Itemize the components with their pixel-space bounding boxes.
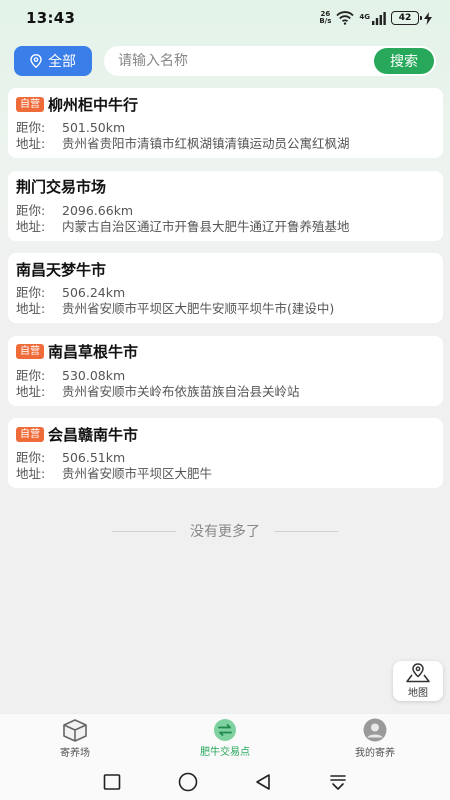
list-end-indicator: 没有更多了 — [0, 521, 450, 541]
tab-my-foster[interactable]: 我的寄养 — [300, 714, 450, 763]
distance-row: 距你: 506.24km — [16, 285, 435, 301]
self-operated-badge: 自营 — [16, 426, 44, 442]
signal-type: 4G — [359, 13, 370, 21]
exchange-icon — [214, 719, 236, 741]
distance-value: 2096.66km — [62, 202, 134, 218]
address-label: 地址: — [16, 218, 46, 234]
self-operated-badge: 自营 — [16, 96, 44, 112]
address-label: 地址: — [16, 136, 46, 151]
battery-indicator: 42 — [391, 11, 422, 25]
system-navigation-bar — [0, 763, 450, 800]
card-title-row: 荆门交易市场 — [16, 177, 435, 197]
market-name: 会昌赣南牛市 — [48, 425, 139, 444]
city-filter-label: 全部 — [48, 54, 76, 70]
address-value: 贵州省安顺市平坝区大肥牛 — [62, 466, 213, 481]
notification-pull-icon[interactable] — [329, 773, 347, 791]
wifi-icon — [336, 11, 355, 25]
distance-row: 距你: 2096.66km — [16, 203, 435, 219]
distance-label: 距你: — [16, 120, 46, 135]
divider-line — [274, 530, 338, 532]
card-title-row: 自营 会昌赣南牛市 — [16, 424, 435, 444]
list-item[interactable]: 荆门交易市场 距你: 2096.66km 地址: 内蒙古自治区通辽市开鲁县大肥牛… — [8, 170, 443, 241]
search-input[interactable] — [118, 53, 308, 69]
card-title-row: 自营 南昌草根牛市 — [16, 342, 435, 362]
address-label: 地址: — [16, 301, 46, 316]
map-button[interactable]: 地图 — [393, 661, 443, 701]
distance-label: 距你: — [16, 367, 46, 383]
market-name: 南昌草根牛市 — [48, 343, 139, 361]
market-name: 南昌天梦牛市 — [16, 260, 107, 279]
address-label: 地址: — [16, 383, 46, 399]
card-title-row: 南昌天梦牛市 — [16, 259, 435, 279]
map-icon — [406, 663, 430, 683]
cell-signal-icon — [372, 11, 386, 25]
search-button[interactable]: 搜索 — [374, 48, 434, 74]
net-speed: 26 B/s — [319, 10, 332, 25]
address-row: 地址: 贵州省安顺市平坝区大肥牛安顺平坝牛市(建设中) — [16, 301, 435, 317]
search-box: 搜索 — [104, 46, 436, 76]
status-bar: 13:43 26 B/s 4G 42 — [0, 0, 450, 36]
distance-row: 距你: 501.50km — [16, 120, 435, 136]
address-value: 贵州省贵阳市清镇市红枫湖镇清镇运动员公寓红枫湖 — [62, 136, 350, 151]
address-row: 地址: 贵州省安顺市关岭布依族苗族自治县关岭站 — [16, 384, 435, 400]
market-name: 柳州柜中牛行 — [48, 95, 139, 114]
distance-row: 距你: 506.51km — [16, 450, 435, 466]
tab-label: 寄养场 — [60, 748, 90, 759]
search-row: 全部 搜索 — [14, 46, 436, 76]
distance-label: 距你: — [16, 450, 46, 465]
distance-value: 506.24km — [62, 285, 126, 300]
market-name: 荆门交易市场 — [16, 178, 107, 196]
list-item[interactable]: 南昌天梦牛市 距你: 506.24km 地址: 贵州省安顺市平坝区大肥牛安顺平坝… — [8, 253, 443, 323]
distance-value: 530.08km — [62, 367, 126, 383]
address-label: 地址: — [16, 466, 46, 481]
address-row: 地址: 贵州省贵阳市清镇市红枫湖镇清镇运动员公寓红枫湖 — [16, 136, 435, 152]
market-list: 自营 柳州柜中牛行 距你: 501.50km 地址: 贵州省贵阳市清镇市红枫湖镇… — [8, 88, 443, 501]
tab-label: 我的寄养 — [355, 748, 395, 759]
city-filter-button[interactable]: 全部 — [14, 46, 92, 76]
distance-value: 501.50km — [62, 120, 126, 135]
location-pin-icon — [30, 54, 42, 68]
distance-value: 506.51km — [62, 450, 126, 465]
divider-line — [112, 530, 176, 532]
distance-label: 距你: — [16, 285, 46, 300]
home-icon[interactable] — [178, 772, 198, 792]
distance-label: 距你: — [16, 202, 46, 218]
address-row: 地址: 内蒙古自治区通辽市开鲁县大肥牛通辽开鲁养殖基地 — [16, 219, 435, 235]
recent-apps-icon[interactable] — [103, 773, 121, 791]
card-title-row: 自营 柳州柜中牛行 — [16, 94, 435, 114]
avatar-icon — [363, 718, 387, 742]
address-value: 贵州省安顺市平坝区大肥牛安顺平坝牛市(建设中) — [62, 301, 335, 316]
distance-row: 距你: 530.08km — [16, 368, 435, 384]
status-icons: 26 B/s 4G 42 — [319, 11, 432, 25]
map-button-label: 地图 — [408, 688, 428, 699]
box-icon — [63, 719, 87, 742]
status-time: 13:43 — [26, 9, 76, 27]
self-operated-badge: 自营 — [16, 344, 44, 359]
address-value: 内蒙古自治区通辽市开鲁县大肥牛通辽开鲁养殖基地 — [62, 218, 350, 234]
tab-label: 肥牛交易点 — [200, 747, 250, 758]
bottom-tab-bar: 寄养场 肥牛交易点 我的寄养 — [0, 713, 450, 763]
tab-cattle-trading[interactable]: 肥牛交易点 — [150, 714, 300, 763]
address-value: 贵州省安顺市关岭布依族苗族自治县关岭站 — [62, 383, 300, 399]
charging-icon — [424, 11, 432, 25]
no-more-text: 没有更多了 — [190, 524, 260, 540]
list-item[interactable]: 自营 南昌草根牛市 距你: 530.08km 地址: 贵州省安顺市关岭布依族苗族… — [8, 335, 443, 406]
back-icon[interactable] — [254, 773, 272, 791]
tab-foster-farm[interactable]: 寄养场 — [0, 714, 150, 763]
list-item[interactable]: 自营 柳州柜中牛行 距你: 501.50km 地址: 贵州省贵阳市清镇市红枫湖镇… — [8, 88, 443, 158]
list-item[interactable]: 自营 会昌赣南牛市 距你: 506.51km 地址: 贵州省安顺市平坝区大肥牛 — [8, 418, 443, 488]
address-row: 地址: 贵州省安顺市平坝区大肥牛 — [16, 466, 435, 482]
